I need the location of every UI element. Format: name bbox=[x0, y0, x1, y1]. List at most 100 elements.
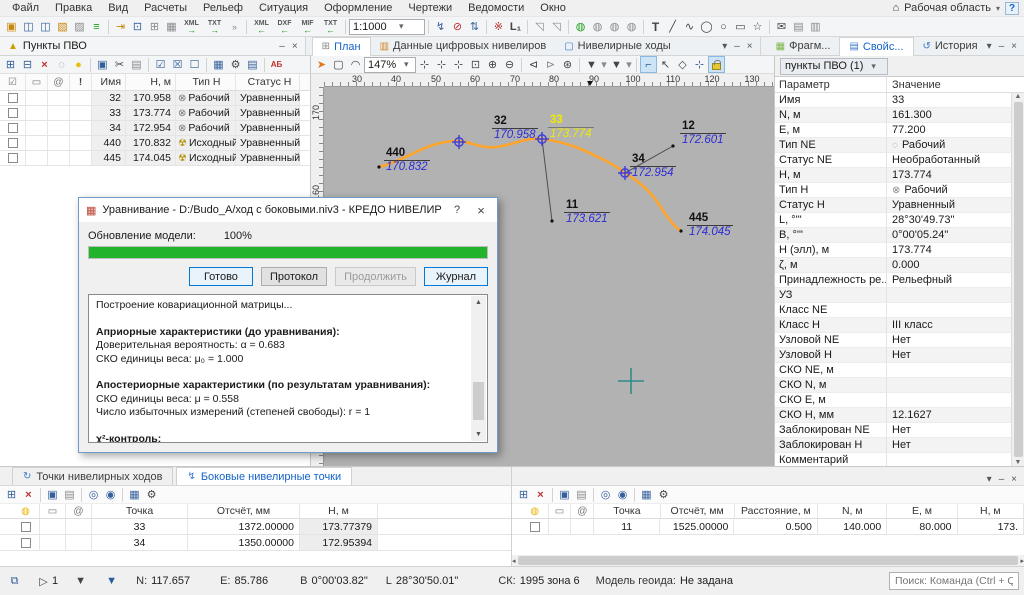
menu-drawings[interactable]: Чертежи bbox=[400, 1, 460, 15]
select-tool-icon[interactable]: ➤ bbox=[313, 56, 330, 73]
prop-row[interactable]: ζ, м0.000 bbox=[775, 258, 1024, 273]
prop-row[interactable]: Заблокирован HНет bbox=[775, 438, 1024, 453]
node-net-icon[interactable]: ※ bbox=[490, 18, 507, 35]
find-icon[interactable]: ◎ bbox=[597, 486, 614, 503]
prop-row[interactable]: Заблокирован NEНет bbox=[775, 423, 1024, 438]
filter2-icon[interactable]: ▼ bbox=[608, 56, 625, 73]
lamp-off-icon[interactable]: ◌ bbox=[53, 56, 70, 73]
table-settings-icon[interactable]: ▦ bbox=[126, 486, 143, 503]
pan-realtime-icon[interactable]: ⊹ bbox=[433, 56, 450, 73]
zoom-next-icon[interactable]: ⊳ bbox=[542, 56, 559, 73]
lasso-select-icon[interactable]: ◠ bbox=[347, 56, 364, 73]
import-grid-icon[interactable]: ▦ bbox=[163, 18, 180, 35]
row-checkbox[interactable] bbox=[530, 522, 540, 532]
import-txt-button[interactable]: TXT → bbox=[203, 18, 226, 35]
table-settings-icon[interactable]: ▦ bbox=[210, 56, 227, 73]
tab-properties[interactable]: ▤ Свойс... bbox=[839, 37, 913, 56]
filter-icon[interactable]: ▼ bbox=[72, 573, 89, 590]
col-type-h[interactable]: Тип H bbox=[176, 74, 236, 90]
zoom-previous-icon[interactable]: ⊲ bbox=[525, 56, 542, 73]
tools-icon[interactable]: ⚙ bbox=[227, 56, 244, 73]
horizontal-scrollbar[interactable]: ◂ ▸ bbox=[512, 555, 1024, 566]
pan-icon[interactable]: ⊹ bbox=[416, 56, 433, 73]
add-row-icon[interactable]: ⊞ bbox=[3, 486, 20, 503]
tools-icon[interactable]: ⚙ bbox=[655, 486, 672, 503]
minimize-icon[interactable]: – bbox=[999, 41, 1005, 52]
row-checkbox[interactable] bbox=[8, 153, 18, 163]
row-checkbox[interactable] bbox=[21, 538, 31, 548]
prop-row[interactable]: Статус HУравненный bbox=[775, 198, 1024, 213]
point-label-32[interactable]: 32 170.958 bbox=[492, 115, 538, 142]
point-label-445[interactable]: 445 174.045 bbox=[687, 212, 733, 239]
tab-leveling-traverses[interactable]: ▢ Нивелирные ходы bbox=[555, 37, 679, 56]
filter-dropdown-icon[interactable]: ▾ bbox=[600, 56, 608, 73]
scroll-right-icon[interactable]: ▸ bbox=[1020, 557, 1024, 565]
prop-row[interactable]: Принадлежность ре...Рельефный bbox=[775, 273, 1024, 288]
prop-row[interactable]: СКО N, м bbox=[775, 378, 1024, 393]
prop-row[interactable]: N, м161.300 bbox=[775, 108, 1024, 123]
prop-row[interactable]: Тип H⊗Рабочий bbox=[775, 183, 1024, 198]
import-data-icon[interactable]: ⇥ bbox=[112, 18, 129, 35]
paste-icon[interactable]: ▤ bbox=[573, 486, 590, 503]
col-parameter[interactable]: Параметр bbox=[775, 77, 887, 92]
col-point[interactable]: Точка bbox=[594, 504, 660, 518]
marquee-select-icon[interactable]: ▢ bbox=[330, 56, 347, 73]
select-all-icon[interactable]: ☑ bbox=[152, 56, 169, 73]
scroll-up-icon[interactable]: ▲ bbox=[1015, 93, 1022, 100]
protractor2-icon[interactable]: ◹ bbox=[548, 18, 565, 35]
chevron-down-icon[interactable]: ▾ bbox=[987, 41, 992, 52]
menu-relief[interactable]: Рельеф bbox=[195, 1, 251, 15]
table-row[interactable]: 34 172.954 ⊗Рабочий Уравненный bbox=[0, 121, 310, 136]
ellipse-tool-icon[interactable]: ◯ bbox=[698, 18, 715, 35]
delete-row-icon[interactable]: × bbox=[532, 486, 549, 503]
export-image-icon[interactable]: ▨ bbox=[71, 18, 88, 35]
sort-ab-icon[interactable]: АБ bbox=[268, 56, 285, 73]
dialog-close-icon[interactable]: × bbox=[472, 203, 490, 218]
prop-row[interactable]: Имя33 bbox=[775, 93, 1024, 108]
journal-button[interactable]: Журнал bbox=[424, 267, 488, 286]
table-row[interactable]: 440 170.832 ☢Исходный Уравненный bbox=[0, 136, 310, 151]
snap-ortho-icon[interactable]: ⌐ bbox=[640, 56, 657, 73]
table-row[interactable]: 33 173.774 ⊗Рабочий Уравненный bbox=[0, 106, 310, 121]
polygon-tool-icon[interactable]: ☆ bbox=[749, 18, 766, 35]
pan-to-point-icon[interactable]: ⊹ bbox=[450, 56, 467, 73]
close-icon[interactable]: × bbox=[747, 41, 753, 52]
minimize-icon[interactable]: – bbox=[999, 474, 1005, 485]
forbid-icon[interactable]: ⊘ bbox=[449, 18, 466, 35]
scroll-left-icon[interactable]: ◂ bbox=[512, 557, 516, 565]
help-button[interactable]: ? bbox=[1005, 2, 1019, 15]
zoom-window-icon[interactable]: ⊡ bbox=[467, 56, 484, 73]
snap-contour-icon[interactable]: ◇ bbox=[674, 56, 691, 73]
cut-icon[interactable]: ✂ bbox=[111, 56, 128, 73]
lock-icon[interactable] bbox=[708, 56, 725, 73]
spline-tool-icon[interactable]: ∿ bbox=[681, 18, 698, 35]
prop-row[interactable]: L, °'"28°30'49.73" bbox=[775, 213, 1024, 228]
prop-row[interactable]: СКО H, мм12.1627 bbox=[775, 408, 1024, 423]
network-points-icon[interactable]: ↯ bbox=[432, 18, 449, 35]
save-all-icon[interactable]: ◫ bbox=[37, 18, 54, 35]
point-label-33-selected[interactable]: 33 173.774 bbox=[548, 114, 594, 141]
point-label-440[interactable]: 440 170.832 bbox=[384, 147, 430, 174]
prop-row[interactable]: Класс HIII класс bbox=[775, 318, 1024, 333]
rect-tool-icon[interactable]: ▭ bbox=[732, 18, 749, 35]
prop-row[interactable]: H (элл), м173.774 bbox=[775, 243, 1024, 258]
import-xml-button[interactable]: XML → bbox=[180, 18, 203, 35]
filter-active-icon[interactable]: ▼ bbox=[103, 573, 120, 590]
menu-edit[interactable]: Правка bbox=[47, 1, 100, 15]
find-next-icon[interactable]: ◉ bbox=[102, 486, 119, 503]
close-icon[interactable]: × bbox=[292, 41, 298, 52]
globe-icon[interactable]: ◍ bbox=[572, 18, 589, 35]
prop-row[interactable]: Узловой HНет bbox=[775, 348, 1024, 363]
selection-cursor-icon[interactable]: ▷ bbox=[35, 573, 52, 590]
row-checkbox[interactable] bbox=[8, 123, 18, 133]
close-icon[interactable]: × bbox=[1011, 41, 1017, 52]
point-label-11[interactable]: 11 173.621 bbox=[564, 199, 610, 226]
move-icon[interactable]: ⊹ bbox=[691, 56, 708, 73]
col-e[interactable]: E, м bbox=[887, 504, 957, 518]
col-n[interactable]: N, м bbox=[818, 504, 887, 518]
table-row[interactable]: 11 1525.00000 0.500 140.000 80.000 173. bbox=[512, 519, 1024, 535]
scrollbar-thumb[interactable] bbox=[518, 556, 1019, 565]
project-tree-icon[interactable]: ≡ bbox=[88, 18, 105, 35]
callout-tool-icon[interactable]: ✉ bbox=[773, 18, 790, 35]
lamp-on-icon[interactable]: ● bbox=[70, 56, 87, 73]
